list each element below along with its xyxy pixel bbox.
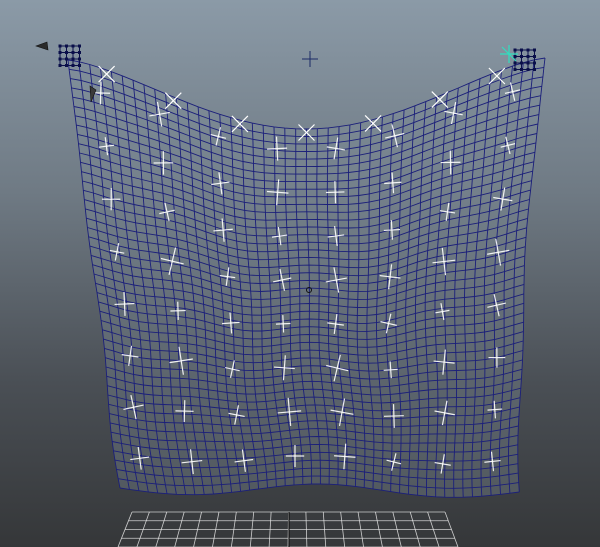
selected-locator-icon[interactable] bbox=[500, 45, 518, 63]
crosshair-plus-icon[interactable] bbox=[302, 51, 318, 67]
ground-grid bbox=[117, 511, 459, 547]
3d-viewport[interactable] bbox=[0, 0, 600, 547]
viewport-scene[interactable] bbox=[0, 0, 600, 547]
